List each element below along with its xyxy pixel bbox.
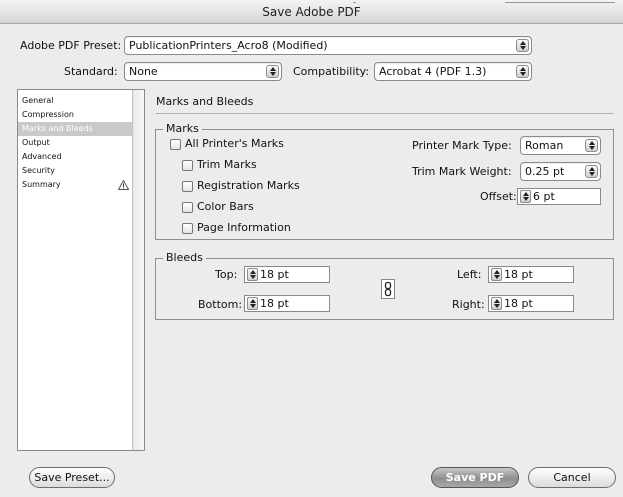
sidebar-item-compression[interactable]: Compression [18,108,133,122]
sidebar-item-label: Advanced [22,152,62,161]
sidebar-item-advanced[interactable]: Advanced [18,150,133,164]
cancel-button[interactable]: Cancel [528,467,616,488]
save-preset-button[interactable]: Save Preset... [29,467,115,488]
save-pdf-button[interactable]: Save PDF [431,467,519,488]
bleed-top-label: Top: [215,268,238,281]
chevron-updown-icon [585,165,598,178]
printer-mark-type-label: Printer Mark Type: [412,139,512,152]
bleeds-group-title: Bleeds [163,251,206,264]
all-printers-marks-checkbox[interactable] [170,139,181,150]
color-bars-label: Color Bars [197,200,254,213]
link-bleeds-button[interactable] [381,279,395,299]
page-information-checkbox[interactable] [182,223,193,234]
stepper-arrows-icon[interactable] [247,297,258,310]
bleed-left-label: Left: [457,268,482,281]
trim-mark-weight-value: 0.25 pt [525,165,565,178]
bleed-right-stepper[interactable]: 18 pt [488,295,574,312]
sidebar-item-output[interactable]: Output [18,136,133,150]
sidebar-item-label: Summary [22,180,61,189]
bleed-right-label: Right: [452,298,485,311]
stepper-arrows-icon[interactable] [491,268,502,281]
printer-mark-type-value: Roman [525,139,564,152]
preset-select[interactable]: PublicationPrinters_Acro8 (Modified) [124,36,532,55]
category-list[interactable]: General Compression Marks and Bleeds Out… [17,89,145,451]
bleed-bottom-stepper[interactable]: 18 pt [244,295,330,312]
stepper-arrows-icon[interactable] [491,297,502,310]
sidebar-item-label: Compression [22,110,74,119]
trim-mark-weight-label: Trim Mark Weight: [412,165,512,178]
stepper-arrows-icon[interactable] [520,190,531,203]
chevron-updown-icon [266,65,279,78]
standard-value: None [129,65,158,78]
section-title: Marks and Bleeds [156,95,254,108]
bleed-right-value: 18 pt [504,297,533,310]
bleed-bottom-label: Bottom: [198,298,243,311]
standard-label: Standard: [64,65,118,78]
title-bar-divider [353,2,356,3]
registration-marks-checkbox[interactable] [182,181,193,192]
sidebar-item-label: General [22,96,54,105]
chevron-updown-icon [585,139,598,152]
sidebar-item-summary[interactable]: Summary [18,178,133,192]
standard-select[interactable]: None [124,62,282,81]
sidebar-item-security[interactable]: Security [18,164,133,178]
bleed-top-value: 18 pt [260,268,289,281]
preset-value: PublicationPrinters_Acro8 (Modified) [129,39,328,52]
chevron-updown-icon [516,39,529,52]
bleed-bottom-value: 18 pt [260,297,289,310]
bleed-top-stepper[interactable]: 18 pt [244,266,330,283]
printer-mark-type-select[interactable]: Roman [520,136,601,155]
chain-link-icon [384,281,392,297]
warning-icon [118,180,129,190]
trim-marks-label: Trim Marks [197,158,257,171]
title-bar: Save Adobe PDF [0,0,623,24]
trim-marks-checkbox[interactable] [182,160,193,171]
color-bars-checkbox[interactable] [182,202,193,213]
registration-marks-label: Registration Marks [197,179,300,192]
offset-stepper[interactable]: 6 pt [517,188,601,205]
compatibility-value: Acrobat 4 (PDF 1.3) [379,65,487,78]
sidebar-item-label: Output [22,138,50,147]
marks-group-title: Marks [163,122,202,135]
section-divider [156,113,614,114]
sidebar-item-marks-and-bleeds[interactable]: Marks and Bleeds [18,122,133,136]
stepper-arrows-icon[interactable] [247,268,258,281]
chevron-updown-icon [516,65,529,78]
compatibility-label: Compatibility: [293,65,370,78]
window-title: Save Adobe PDF [262,5,361,19]
compatibility-select[interactable]: Acrobat 4 (PDF 1.3) [374,62,532,81]
preset-label: Adobe PDF Preset: [20,39,122,52]
bleed-left-value: 18 pt [504,268,533,281]
all-printers-marks-label: All Printer's Marks [185,137,284,150]
page-information-label: Page Information [197,221,291,234]
sidebar-item-general[interactable]: General [18,94,133,108]
sidebar-item-label: Security [22,166,55,175]
title-bar-divider [505,2,615,3]
trim-mark-weight-select[interactable]: 0.25 pt [520,162,601,181]
sidebar-scrollbar[interactable] [132,90,144,450]
offset-value: 6 pt [533,190,555,203]
offset-label: Offset: [480,190,517,203]
bleed-left-stepper[interactable]: 18 pt [488,266,574,283]
sidebar-item-label: Marks and Bleeds [22,124,93,133]
